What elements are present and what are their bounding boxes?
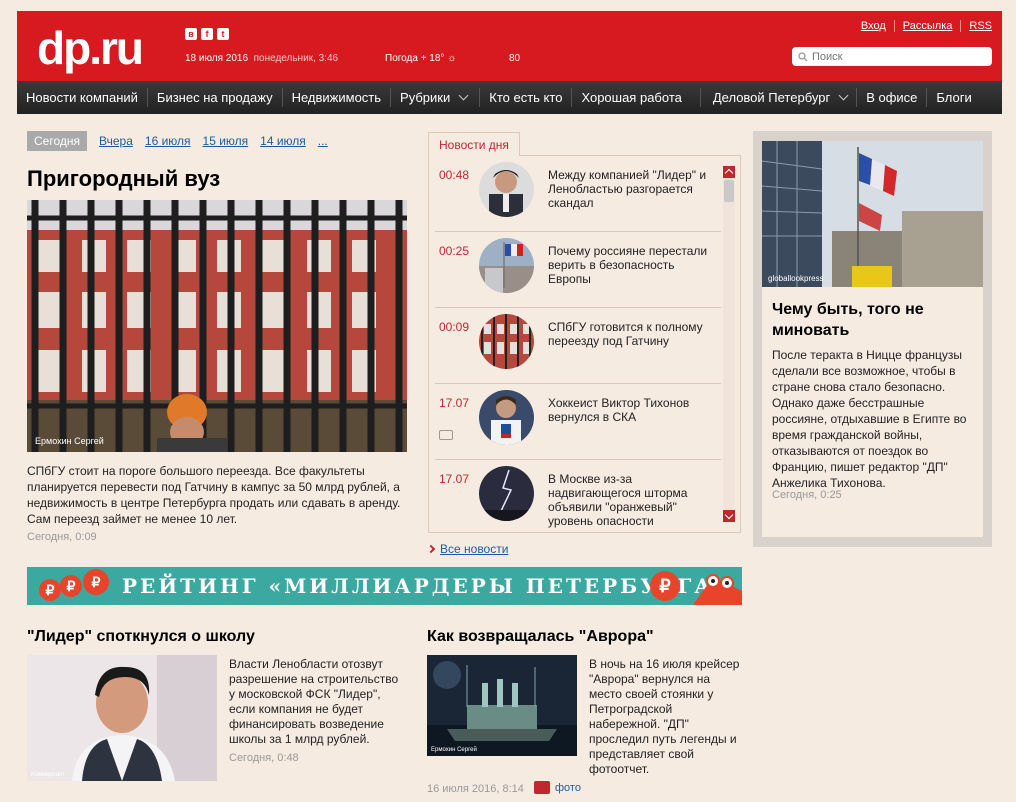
search-icon bbox=[798, 51, 808, 61]
scroll-down-icon[interactable] bbox=[723, 510, 735, 522]
tab-news-of-day[interactable]: Новости дня bbox=[428, 132, 520, 156]
ruble-coin-icon: ₽ bbox=[650, 571, 680, 601]
newsletter-link[interactable]: Рассылка bbox=[903, 20, 953, 32]
sun-icon: ☼ bbox=[447, 53, 457, 64]
chevron-down-icon bbox=[458, 90, 469, 101]
main-story-title[interactable]: Пригородный вуз bbox=[27, 166, 220, 192]
feature-title[interactable]: Чему быть, того не миновать bbox=[772, 299, 972, 341]
photo-credit: Коммерсант bbox=[31, 772, 66, 778]
search-box[interactable] bbox=[792, 47, 992, 66]
scroll-up-icon[interactable] bbox=[723, 166, 735, 178]
main-story-image[interactable]: Ермохин Сергей bbox=[27, 200, 407, 452]
top-links: Вход Рассылка RSS bbox=[861, 20, 992, 32]
all-news-link[interactable]: Все новости bbox=[426, 542, 508, 556]
feature-block: globallookpress Чему быть, того не минов… bbox=[753, 131, 992, 547]
nav-blogs[interactable]: Блоги bbox=[927, 88, 980, 107]
photo-credit: Ермохин Сергей bbox=[431, 747, 477, 753]
nav-business-for-sale[interactable]: Бизнес на продажу bbox=[148, 88, 283, 107]
chevron-right-icon bbox=[426, 544, 436, 554]
date-tabs: Сегодня Вчера 16 июля 15 июля 14 июля ..… bbox=[27, 131, 328, 151]
nav-good-work[interactable]: Хорошая работа bbox=[572, 88, 701, 107]
nav-company-news[interactable]: Новости компаний bbox=[17, 88, 148, 107]
tab-yesterday[interactable]: Вчера bbox=[99, 134, 133, 148]
header-date: 18 июля 2016 понедельник, 3:46 bbox=[185, 53, 339, 64]
list-item[interactable]: 00:09 СПбГУ готовится к полному переезду… bbox=[435, 308, 721, 384]
chevron-down-icon bbox=[838, 90, 849, 101]
tab-more[interactable]: ... bbox=[318, 134, 328, 148]
list-item[interactable]: 00:48 Между компанией "Лидер" и Леноблас… bbox=[435, 156, 721, 232]
banner-text: РЕЙТИНГ «МИЛЛИАРДЕРЫ ПЕТЕРБУРГА» bbox=[122, 574, 730, 598]
social-links: в f t bbox=[185, 28, 229, 40]
visitor-counter: 80 bbox=[509, 53, 521, 64]
tab-today[interactable]: Сегодня bbox=[27, 131, 87, 151]
news-thumb bbox=[479, 390, 534, 445]
mascot-icon bbox=[693, 574, 742, 605]
businessman-photo bbox=[27, 655, 217, 781]
article-image-aurora[interactable]: Ермохин Сергей bbox=[427, 655, 577, 756]
nav-who-is-who[interactable]: Кто есть кто bbox=[480, 88, 573, 107]
feature-time: Сегодня, 0:25 bbox=[772, 489, 842, 501]
photo-credit: Ермохин Сергей bbox=[35, 436, 104, 446]
weather[interactable]: Погода + 18° ☼ bbox=[385, 53, 456, 64]
article-title-lider[interactable]: "Лидер" споткнулся о школу bbox=[27, 628, 255, 646]
article-lead-aurora-part1: В ночь на 16 июля крейсер "Аврора" верну… bbox=[589, 657, 740, 776]
article-time-lider: Сегодня, 0:48 bbox=[229, 752, 299, 764]
article-time-aurora: 16 июля 2016, 8:14 bbox=[427, 783, 524, 795]
cruiser-aurora-photo bbox=[427, 655, 577, 756]
camera-icon bbox=[534, 781, 550, 794]
list-item[interactable]: 17.07 В Москве из-за надвигающегося штор… bbox=[435, 460, 721, 532]
scroll-thumb[interactable] bbox=[724, 180, 734, 202]
news-of-day-list: 00:48 Между компанией "Лидер" и Леноблас… bbox=[428, 155, 741, 533]
ruble-coin-icon: ₽ bbox=[39, 579, 61, 601]
photo-gallery-link[interactable]: фото bbox=[534, 781, 581, 794]
facebook-icon[interactable]: f bbox=[201, 28, 213, 40]
photo-credit: globallookpress bbox=[768, 274, 824, 283]
flags-building-photo bbox=[762, 141, 983, 287]
tab-15-july[interactable]: 15 июля bbox=[203, 134, 249, 148]
ruble-coin-icon: ₽ bbox=[60, 575, 82, 597]
main-nav: Новости компаний Бизнес на продажу Недви… bbox=[17, 81, 1002, 114]
search-input[interactable] bbox=[812, 50, 982, 63]
nav-rubrics[interactable]: Рубрики bbox=[391, 88, 481, 107]
login-link[interactable]: Вход bbox=[861, 20, 886, 32]
university-building-photo bbox=[27, 200, 407, 452]
list-item[interactable]: 17.07 Хоккеист Виктор Тихонов вернулся в… bbox=[435, 384, 721, 460]
article-image-lider[interactable]: Коммерсант bbox=[27, 655, 217, 781]
main-story-lead: СПбГУ стоит на пороге большого переезда.… bbox=[27, 464, 401, 526]
vk-icon[interactable]: в bbox=[185, 28, 197, 40]
tab-16-july[interactable]: 16 июля bbox=[145, 134, 191, 148]
article-title-aurora[interactable]: Как возвращалась "Аврора" bbox=[427, 628, 654, 646]
news-thumb bbox=[479, 314, 534, 369]
billionaires-rating-banner[interactable]: ₽ ₽ ₽ РЕЙТИНГ «МИЛЛИАРДЕРЫ ПЕТЕРБУРГА» ₽ bbox=[27, 567, 742, 605]
nav-in-office[interactable]: В офисе bbox=[857, 88, 928, 107]
nav-real-estate[interactable]: Недвижимость bbox=[283, 88, 392, 107]
video-icon bbox=[439, 430, 453, 440]
tab-14-july[interactable]: 14 июля bbox=[260, 134, 306, 148]
feature-image[interactable]: globallookpress bbox=[762, 141, 983, 287]
list-item[interactable]: 00:25 Почему россияне перестали верить в… bbox=[435, 232, 721, 308]
ruble-coin-icon: ₽ bbox=[83, 569, 109, 595]
nav-business-petersburg[interactable]: Деловой Петербург bbox=[701, 88, 858, 107]
news-thumb bbox=[479, 238, 534, 293]
main-story-time: Сегодня, 0:09 bbox=[27, 531, 97, 543]
twitter-icon[interactable]: t bbox=[217, 28, 229, 40]
article-lead-lider: Власти Ленобласти отозвут разрешение на … bbox=[229, 657, 399, 746]
news-thumb bbox=[479, 466, 534, 521]
rss-link[interactable]: RSS bbox=[969, 20, 992, 32]
site-header: dp.ru в f t 18 июля 2016 понедельник, 3:… bbox=[17, 11, 1002, 81]
news-thumb bbox=[479, 162, 534, 217]
feature-lead: После теракта в Ницце французы сделали в… bbox=[772, 348, 967, 490]
site-logo[interactable]: dp.ru bbox=[37, 25, 144, 71]
news-scrollbar[interactable] bbox=[723, 166, 735, 522]
